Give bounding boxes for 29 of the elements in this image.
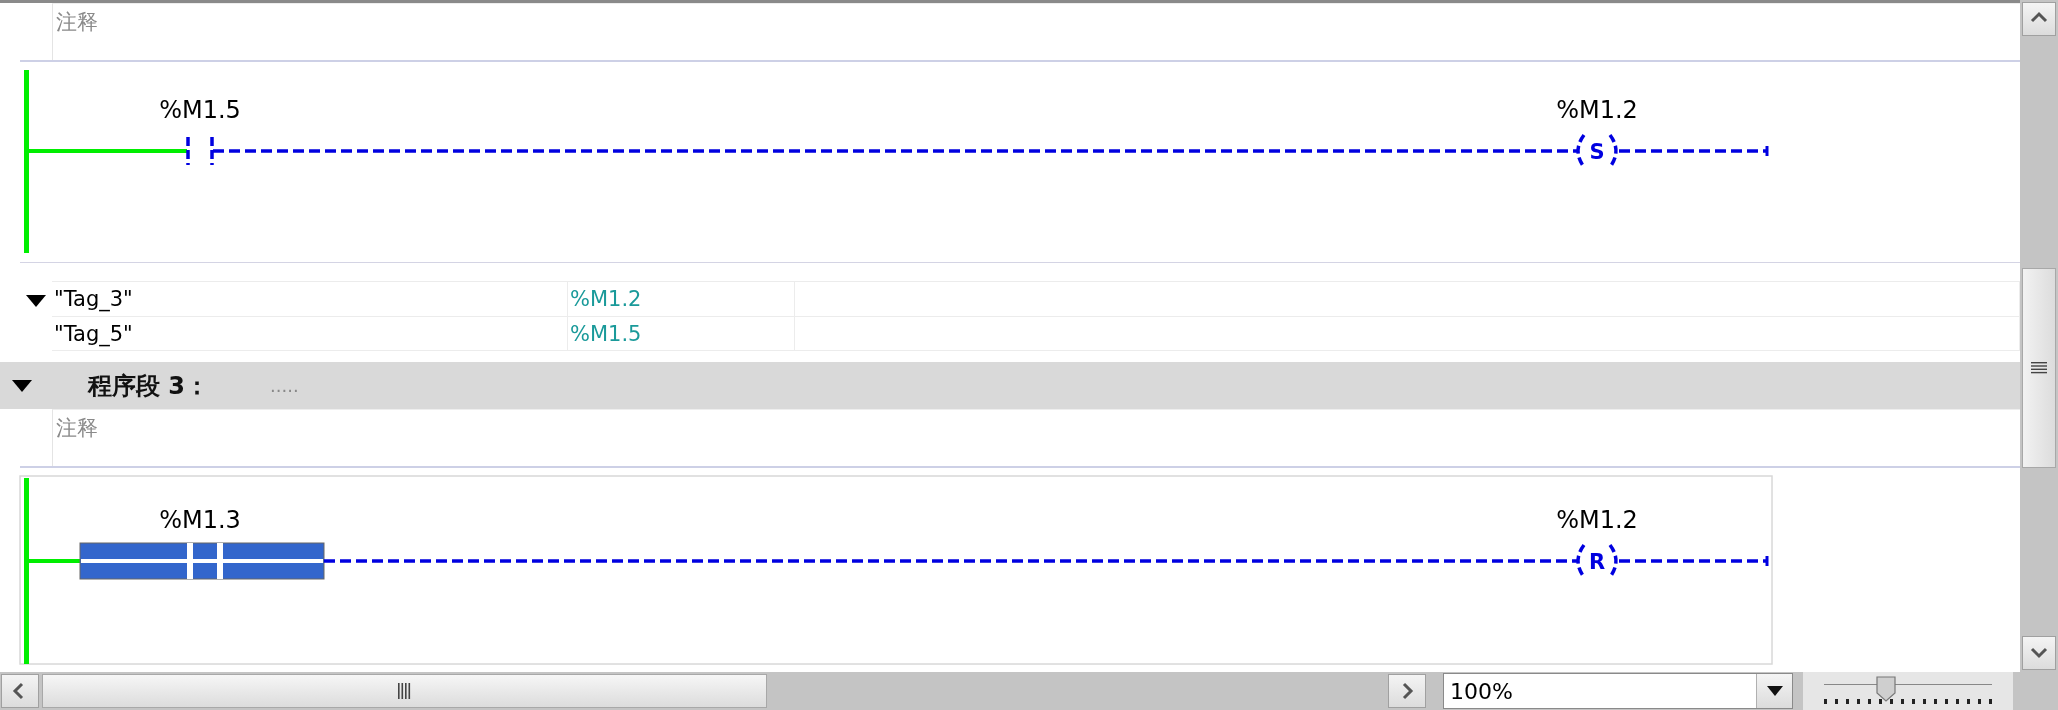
tag-address-cell: %M1.5 xyxy=(568,316,795,351)
power-flow-line xyxy=(29,559,80,563)
scroll-up-button[interactable] xyxy=(2022,2,2056,36)
expand-triangle-icon[interactable] xyxy=(12,378,32,393)
grip-icon xyxy=(2031,362,2047,374)
expand-triangle-icon[interactable] xyxy=(26,293,46,308)
tag-name-cell: "Tag_3" xyxy=(52,281,568,316)
operand-label: %M1.2 xyxy=(1556,506,1638,534)
contact-symbol[interactable] xyxy=(186,137,214,165)
operand-label: %M1.3 xyxy=(159,506,241,534)
tag-name-cell: "Tag_5" xyxy=(52,316,568,351)
zoom-slider[interactable] xyxy=(1824,676,1992,706)
scroll-right-button[interactable] xyxy=(1388,674,1426,708)
slider-thumb[interactable] xyxy=(1876,676,1897,702)
scroll-left-button[interactable] xyxy=(1,674,39,708)
comment-text[interactable]: 注释 xyxy=(56,10,98,34)
network-title: 程序段 3： xyxy=(88,370,211,402)
operand-label: %M1.5 xyxy=(159,96,241,124)
tag-address-cell: %M1.2 xyxy=(568,281,795,316)
comment-text[interactable]: 注释 xyxy=(56,416,98,440)
contact-symbol[interactable] xyxy=(79,542,325,580)
operand-label: %M1.2 xyxy=(1556,96,1638,124)
dropdown-button[interactable] xyxy=(1756,674,1792,708)
caret-down-icon xyxy=(1766,686,1783,696)
horizontal-scroll-thumb[interactable] xyxy=(42,674,767,708)
zoom-dropdown[interactable]: 100% xyxy=(1443,673,1793,709)
grip-icon xyxy=(397,683,412,699)
scroll-down-button[interactable] xyxy=(2022,636,2056,670)
vertical-scroll-thumb[interactable] xyxy=(2022,268,2056,468)
